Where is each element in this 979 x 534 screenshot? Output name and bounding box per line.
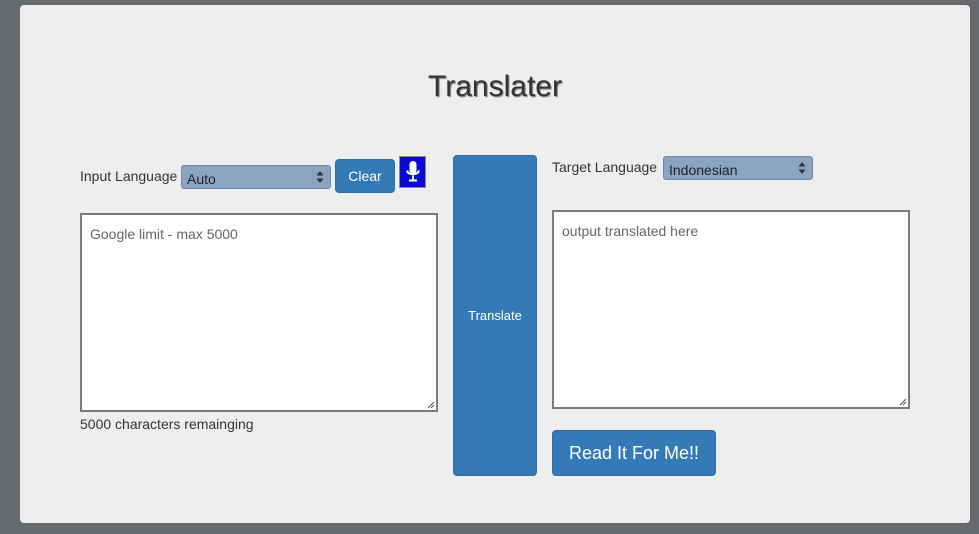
input-language-select[interactable]: Auto bbox=[181, 165, 331, 189]
input-language-label: Input Language bbox=[80, 168, 178, 184]
target-language-value: Indonesian bbox=[669, 162, 738, 178]
microphone-icon bbox=[405, 161, 420, 182]
input-textarea[interactable]: Google limit - max 5000 bbox=[80, 213, 438, 412]
characters-remaining: 5000 characters remainging bbox=[80, 416, 254, 432]
target-language-select[interactable]: Indonesian bbox=[663, 156, 813, 180]
target-language-label: Target Language bbox=[552, 159, 658, 175]
microphone-button[interactable] bbox=[399, 156, 426, 188]
translate-button[interactable]: Translate bbox=[453, 155, 537, 476]
chevron-updown-icon bbox=[316, 171, 324, 183]
read-it-for-me-button[interactable]: Read It For Me!! bbox=[552, 430, 716, 476]
output-textarea[interactable]: output translated here bbox=[552, 210, 910, 409]
resize-grip-icon[interactable] bbox=[425, 399, 435, 409]
clear-button[interactable]: Clear bbox=[335, 159, 395, 193]
page-title: Translater bbox=[428, 70, 562, 103]
input-language-value: Auto bbox=[187, 171, 216, 187]
resize-grip-icon[interactable] bbox=[897, 396, 907, 406]
input-placeholder: Google limit - max 5000 bbox=[90, 226, 238, 242]
output-placeholder: output translated here bbox=[562, 223, 699, 239]
chevron-updown-icon bbox=[798, 162, 806, 174]
